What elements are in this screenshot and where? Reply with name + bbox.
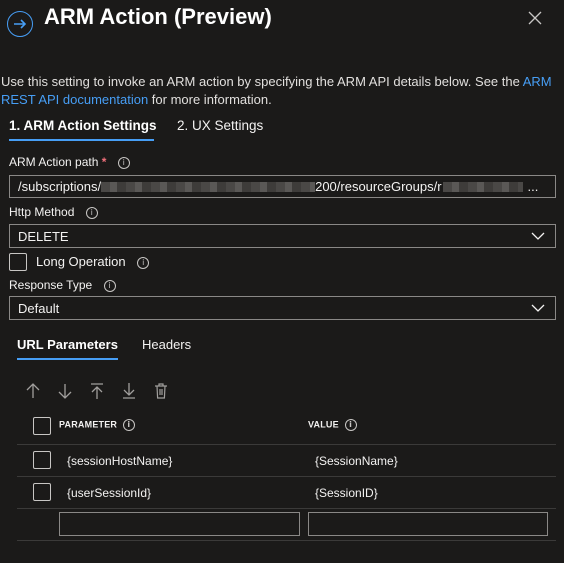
redacted-resource-group [442,181,523,192]
move-down-icon[interactable] [55,381,75,401]
info-icon[interactable]: i [85,206,98,219]
table-row-value: {SessionName} [315,454,398,468]
response-type-dropdown[interactable]: Default [9,296,556,320]
column-header-parameter-text: PARAMETER [59,419,118,430]
tab-ux-settings[interactable]: 2. UX Settings [177,118,263,133]
chevron-down-icon [531,302,545,317]
move-to-bottom-icon[interactable] [119,381,139,401]
arm-action-path-ellipsis: ... [527,179,539,194]
long-operation-label: Long Operation i [36,254,150,269]
table-divider [17,540,556,541]
tab-url-parameters[interactable]: URL Parameters [17,337,118,352]
page-title: ARM Action (Preview) [44,4,272,29]
table-row-parameter: {userSessionId} [67,486,152,500]
arm-action-path-value-start: /subscriptions/ [18,179,102,194]
arm-action-path-label: ARM Action path * i [9,155,130,169]
column-header-value: VALUE i [308,419,357,431]
tab-headers[interactable]: Headers [142,337,191,352]
table-row-value: {SessionID} [315,486,378,500]
chevron-down-icon [531,230,545,245]
row-checkbox[interactable] [33,483,51,501]
info-icon[interactable]: i [137,256,150,269]
http-method-label: Http Method i [9,205,98,219]
http-method-label-text: Http Method [9,205,75,219]
table-row-parameter: {sessionHostName} [67,454,173,468]
new-parameter-input[interactable] [59,512,300,536]
response-type-label-text: Response Type [9,278,93,292]
info-icon[interactable]: i [344,419,357,431]
redacted-subscription-id [101,181,316,192]
description-text: Use this setting to invoke an ARM action… [1,74,523,89]
active-subtab-indicator [17,358,118,360]
move-to-top-icon[interactable] [87,381,107,401]
arm-action-path-label-text: ARM Action path [9,155,99,169]
close-icon[interactable] [525,8,545,28]
info-icon[interactable]: i [103,279,116,292]
arm-action-path-value-mid: 200/resourceGroups/r [315,179,442,194]
select-all-checkbox[interactable] [33,417,51,435]
row-checkbox[interactable] [33,451,51,469]
long-operation-checkbox[interactable] [9,253,27,271]
http-method-dropdown[interactable]: DELETE [9,224,556,248]
new-value-input[interactable] [308,512,548,536]
column-header-parameter: PARAMETER i [59,419,135,431]
active-tab-indicator [9,139,154,141]
response-type-value: Default [18,300,60,316]
back-arrow-icon[interactable] [7,11,33,37]
move-up-icon[interactable] [23,381,43,401]
http-method-value: DELETE [18,228,69,244]
long-operation-label-text: Long Operation [36,254,126,269]
column-header-value-text: VALUE [308,419,339,430]
table-divider [17,476,556,477]
required-marker: * [101,155,107,169]
description-text-after: for more information. [148,92,272,107]
response-type-label: Response Type i [9,278,116,292]
arm-action-path-input[interactable]: /subscriptions/ 200/resourceGroups/r ... [9,175,556,198]
info-icon[interactable]: i [117,156,130,169]
description: Use this setting to invoke an ARM action… [1,73,553,109]
tab-arm-action-settings[interactable]: 1. ARM Action Settings [9,118,157,133]
table-divider [17,444,556,445]
info-icon[interactable]: i [122,419,135,431]
table-divider [17,508,556,509]
delete-icon[interactable] [151,381,171,401]
